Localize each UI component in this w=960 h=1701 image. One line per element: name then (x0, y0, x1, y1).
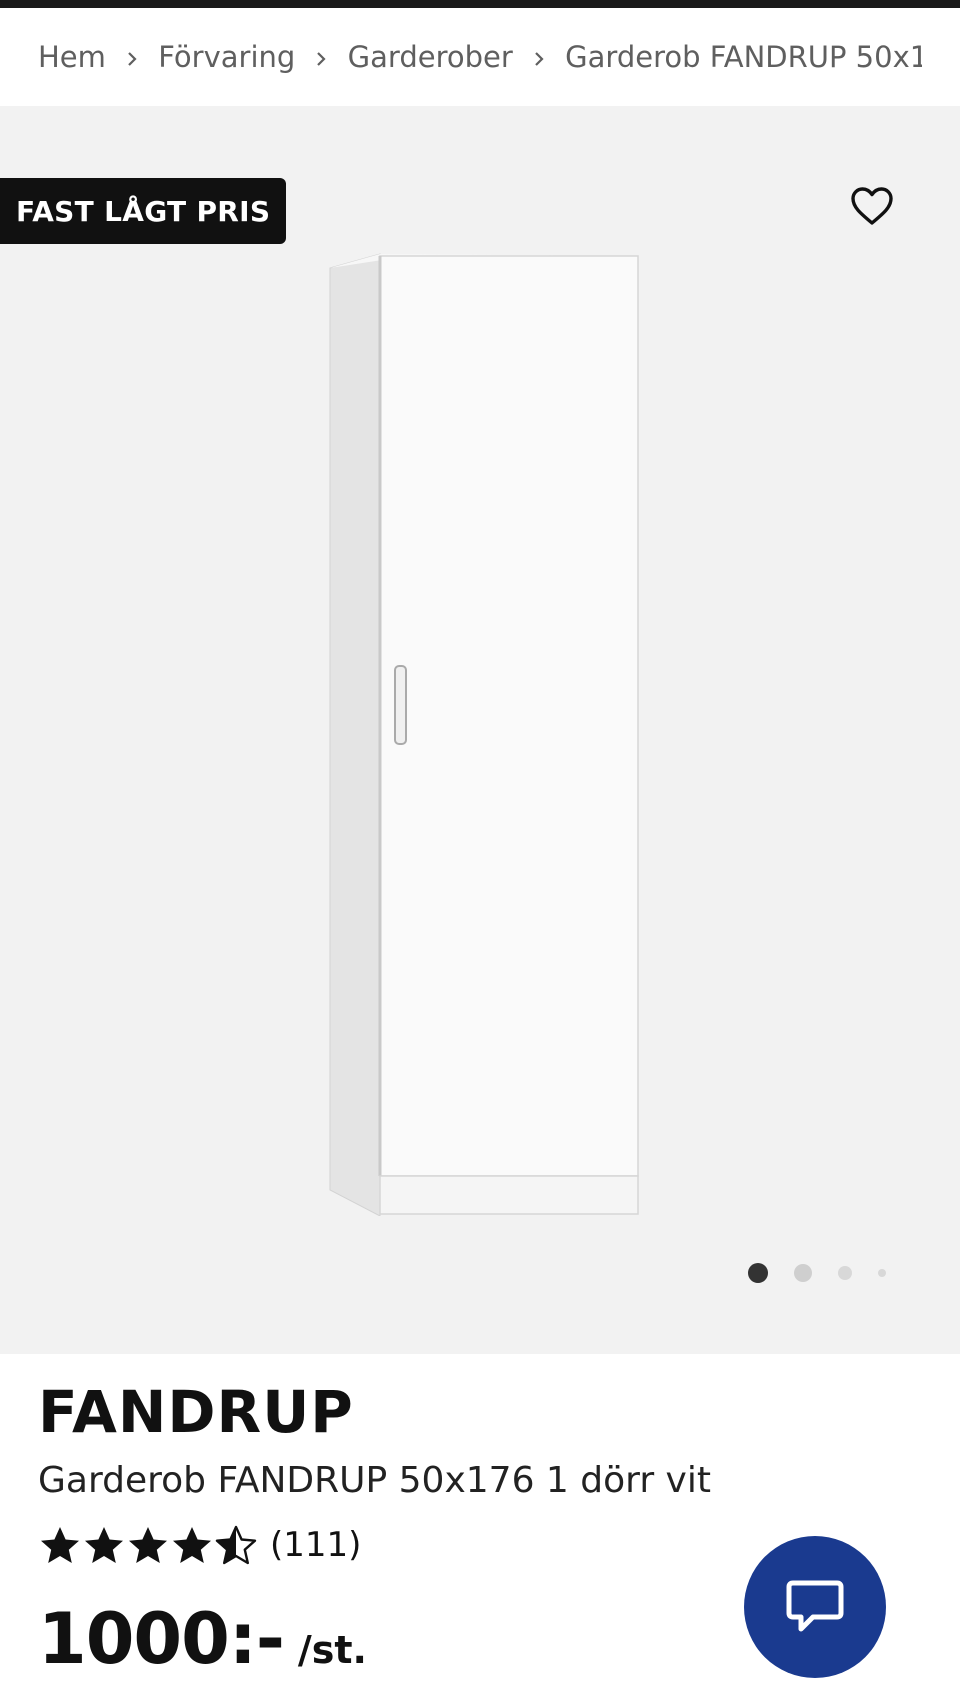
breadcrumb-item-forvaring[interactable]: Förvaring (158, 40, 295, 74)
breadcrumb-item-hem[interactable]: Hem (38, 40, 106, 74)
product-name: Garderob FANDRUP 50x176 1 dörr vit (38, 1460, 711, 1501)
chevron-right-icon (513, 40, 565, 74)
pagination-dot-active[interactable] (748, 1263, 768, 1283)
star-filled-icon (85, 1527, 123, 1563)
chevron-right-icon (295, 40, 347, 74)
wardrobe-product-image (322, 246, 642, 1217)
heart-outline-icon[interactable] (848, 182, 896, 230)
breadcrumb-item-current: Garderob FANDRUP 50x17 (565, 40, 922, 74)
product-rating[interactable]: (111) (38, 1520, 361, 1570)
product-brand: FANDRUP (38, 1378, 354, 1446)
chat-button[interactable] (744, 1536, 886, 1678)
breadcrumb: Hem Förvaring Garderober Garderob FANDRU… (38, 8, 922, 106)
review-count[interactable]: (111) (270, 1525, 361, 1565)
fast-lagt-pris-badge: FAST LÅGT PRIS (0, 178, 287, 244)
star-half-icon (215, 1525, 257, 1565)
star-filled-icon (41, 1527, 79, 1563)
pagination-dot[interactable] (878, 1269, 886, 1277)
pagination-dot[interactable] (838, 1266, 852, 1280)
star-filled-icon (129, 1527, 167, 1563)
rating-stars (38, 1524, 258, 1566)
chat-bubble-icon (786, 1580, 844, 1632)
pagination-dot[interactable] (794, 1264, 812, 1282)
price-unit: /st. (297, 1628, 367, 1672)
star-filled-icon (173, 1527, 211, 1563)
product-image-gallery[interactable]: FAST LÅGT PRIS (0, 106, 960, 1354)
chevron-right-icon (106, 40, 158, 74)
top-bar (0, 0, 960, 8)
breadcrumb-item-garderober[interactable]: Garderober (348, 40, 513, 74)
price-amount: 1000:- (38, 1598, 285, 1680)
gallery-pagination[interactable] (740, 1258, 890, 1288)
product-price: 1000:- /st. (38, 1598, 367, 1680)
